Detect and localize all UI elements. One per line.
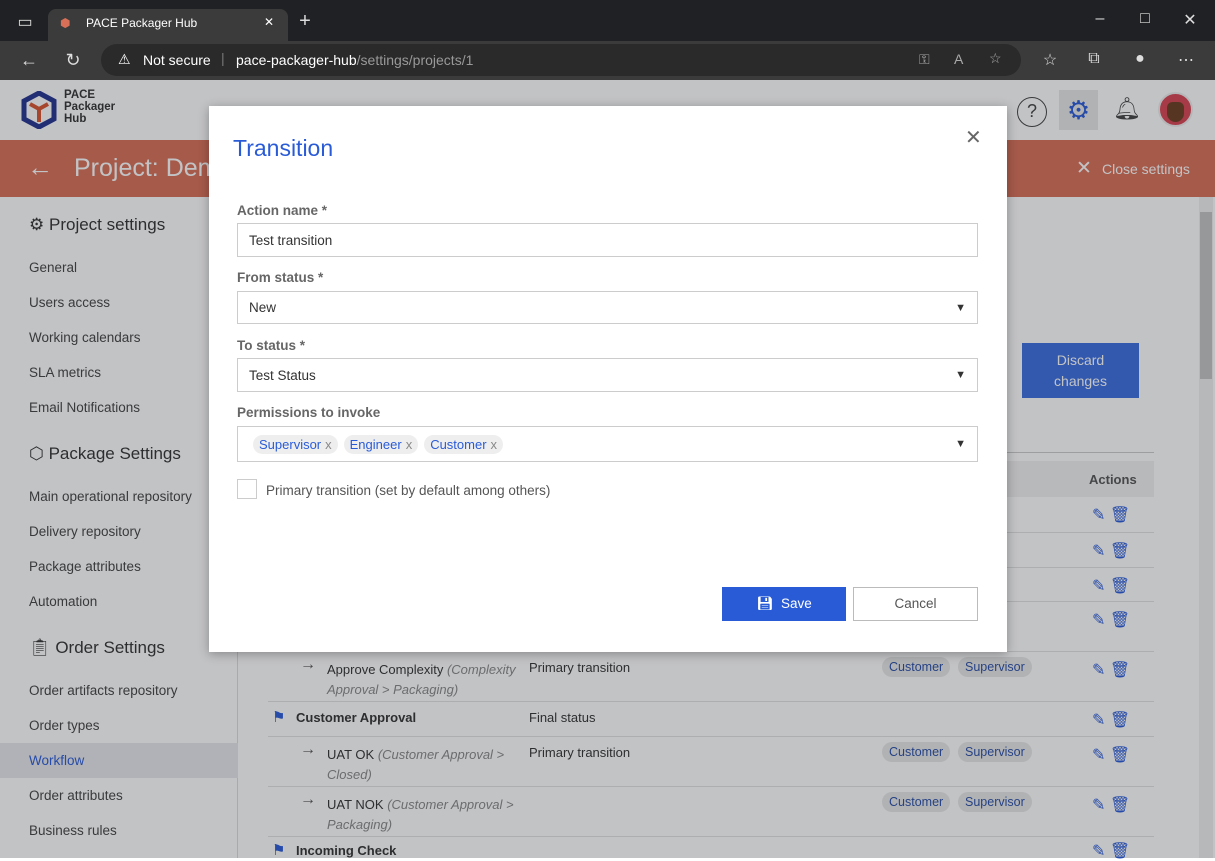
browser-tab[interactable]: ⬢ PACE Packager Hub ✕ <box>48 9 288 41</box>
to-status-select[interactable]: Test Status ▼ <box>237 358 978 392</box>
dropdown-caret-icon: ▼ <box>955 438 966 450</box>
permissions-multiselect[interactable]: Supervisor x Engineer x Customer x ▼ <box>237 426 978 462</box>
security-label: Not secure <box>143 52 211 68</box>
profile-icon[interactable]: ● <box>1128 50 1152 68</box>
collections-icon[interactable]: ⧉ <box>1082 50 1106 68</box>
favicon-icon: ⬢ <box>60 16 71 30</box>
permission-tag: Engineer x <box>343 434 419 454</box>
maximize-icon[interactable]: □ <box>1133 10 1157 28</box>
permission-tag: Supervisor x <box>253 434 338 454</box>
remove-tag-icon[interactable]: x <box>406 437 413 452</box>
remove-tag-icon[interactable]: x <box>325 437 332 452</box>
permissions-label: Permissions to invoke <box>237 405 381 420</box>
read-aloud-icon[interactable]: A <box>954 51 963 67</box>
primary-transition-label: Primary transition (set by default among… <box>266 483 551 498</box>
more-icon[interactable]: ⋯ <box>1174 50 1198 70</box>
refresh-icon[interactable]: ↻ <box>61 50 85 71</box>
warning-icon: ⚠ <box>118 51 131 67</box>
address-bar[interactable]: ⚠ Not secure | pace-packager-hub/setting… <box>101 44 1021 76</box>
close-tab-icon[interactable]: ✕ <box>264 15 274 29</box>
transition-dialog: Transition ✕ Action name * Test transiti… <box>209 106 1007 652</box>
from-status-label: From status * <box>237 270 324 285</box>
dialog-title: Transition <box>233 135 334 161</box>
close-window-icon[interactable]: ✕ <box>1178 10 1202 30</box>
chevron-down-icon: ▼ <box>955 369 966 381</box>
minimize-icon[interactable]: – <box>1088 10 1112 28</box>
save-button[interactable]: 💾︎ Save <box>722 587 846 621</box>
floppy-icon: 💾︎ <box>756 596 774 611</box>
primary-transition-checkbox[interactable] <box>237 479 257 499</box>
permission-tag: Customer x <box>424 434 504 454</box>
action-name-label: Action name * <box>237 203 328 218</box>
cancel-button[interactable]: Cancel <box>853 587 978 621</box>
chevron-down-icon: ▼ <box>955 301 966 314</box>
action-name-input[interactable]: Test transition <box>237 223 978 257</box>
close-dialog-icon[interactable]: ✕ <box>965 125 982 150</box>
url-host: pace-packager-hub <box>236 52 357 68</box>
key-icon[interactable]: ⚿ <box>919 51 930 68</box>
remove-tag-icon[interactable]: x <box>491 437 498 452</box>
to-status-label: To status * <box>237 338 306 353</box>
sidebar-toggle-icon[interactable]: ▭ <box>13 12 37 32</box>
add-favorite-icon[interactable]: ☆ <box>989 50 1002 67</box>
from-status-select[interactable]: New ▼ <box>237 291 978 324</box>
favorites-icon[interactable]: ☆ <box>1038 50 1062 70</box>
tab-title: PACE Packager Hub <box>86 16 198 30</box>
url-path: /settings/projects/1 <box>356 52 474 68</box>
new-tab-icon[interactable]: + <box>293 10 317 33</box>
back-icon[interactable]: ← <box>17 50 41 71</box>
browser-tab-strip: ▭ ⬢ PACE Packager Hub ✕ + – □ ✕ <box>0 0 1215 41</box>
